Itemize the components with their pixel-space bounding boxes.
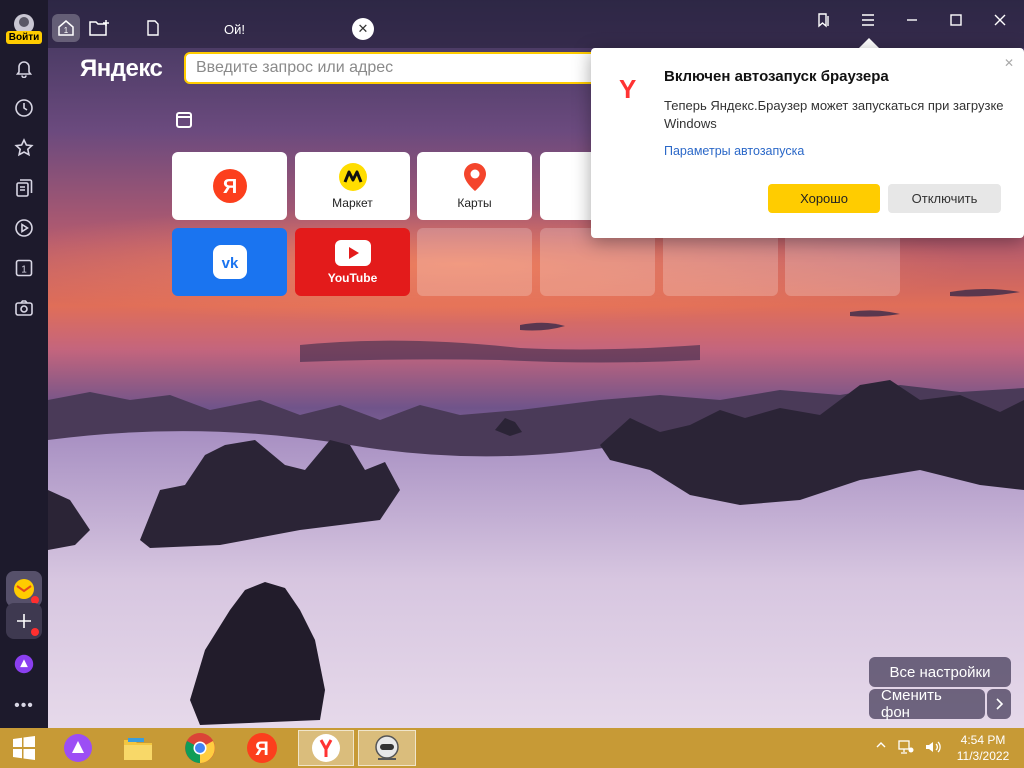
windows-icon xyxy=(13,736,35,760)
menu-icon[interactable] xyxy=(852,8,884,32)
tabs-count-label: 1 xyxy=(21,265,27,276)
svg-text:Я: Я xyxy=(222,176,236,198)
taskbar-explorer[interactable] xyxy=(114,730,162,766)
taskbar-chrome[interactable] xyxy=(176,730,224,766)
yandex-icon: Я xyxy=(247,733,277,763)
tile-maps[interactable]: Карты xyxy=(417,152,532,220)
bell-icon[interactable] xyxy=(8,52,40,84)
alice-icon xyxy=(64,734,92,762)
taskbar-alice[interactable] xyxy=(54,730,102,766)
widgets-icon[interactable] xyxy=(176,112,192,128)
screenshot-icon[interactable] xyxy=(8,292,40,324)
alice-button[interactable] xyxy=(8,648,40,680)
tile-empty[interactable] xyxy=(663,228,778,296)
alice-icon xyxy=(14,654,34,674)
popup-close-icon[interactable]: ✕ xyxy=(1004,56,1014,70)
market-icon xyxy=(338,163,367,191)
tile-market[interactable]: Маркет xyxy=(295,152,410,220)
taskbar: Я 4:54 PM 11/3/2022 xyxy=(0,728,1024,768)
taskbar-app[interactable] xyxy=(358,730,416,766)
new-tab-group-icon[interactable] xyxy=(88,18,110,43)
popup-pointer xyxy=(859,38,879,48)
tab-title[interactable]: Ой! xyxy=(224,22,245,37)
ok-button[interactable]: Хорошо xyxy=(768,184,880,213)
clock-date: 11/3/2022 xyxy=(956,749,1010,763)
taskbar-yandex[interactable]: Я xyxy=(238,730,286,766)
volume-icon[interactable] xyxy=(924,739,942,758)
autostart-popup: Y ✕ Включен автозапуск браузера Теперь Я… xyxy=(591,48,1024,238)
youtube-icon xyxy=(334,240,371,266)
maximize-button[interactable] xyxy=(940,8,972,32)
clock-time: 4:54 PM xyxy=(960,733,1006,747)
chevron-right-icon xyxy=(996,698,1004,710)
yandex-browser-icon xyxy=(312,734,340,762)
tile-empty[interactable] xyxy=(540,228,655,296)
tab-close-button[interactable]: ✕ xyxy=(352,18,374,40)
maps-pin-icon xyxy=(463,163,486,191)
home-icon: 1 xyxy=(58,20,74,36)
all-settings-button[interactable]: Все настройки xyxy=(869,657,1011,687)
svg-text:vk: vk xyxy=(221,255,238,272)
yandex-tile-icon: Я xyxy=(212,169,247,203)
tile-empty[interactable] xyxy=(785,228,900,296)
tile-yandex[interactable]: Я xyxy=(172,152,287,220)
vk-icon: vk xyxy=(212,245,247,279)
history-icon[interactable] xyxy=(8,92,40,124)
sidebar: Войти 1 ••• xyxy=(0,0,48,728)
start-button[interactable] xyxy=(0,730,48,766)
network-icon[interactable] xyxy=(897,739,915,758)
bookmarks-icon[interactable] xyxy=(8,132,40,164)
tile-vk[interactable]: vk xyxy=(172,228,287,296)
svg-text:Я: Я xyxy=(255,739,269,760)
file-explorer-icon xyxy=(124,738,152,760)
collections-icon[interactable] xyxy=(8,172,40,204)
close-window-button[interactable] xyxy=(984,8,1016,32)
app-robot-icon xyxy=(375,735,399,760)
next-background-button[interactable] xyxy=(987,689,1011,719)
popup-title: Включен автозапуск браузера xyxy=(664,68,889,85)
tab-home-button[interactable]: 1 xyxy=(52,14,80,42)
bookmarks-panel-icon[interactable] xyxy=(808,8,840,32)
change-background-button[interactable]: Сменить фон xyxy=(869,687,985,721)
search-box[interactable] xyxy=(184,52,604,84)
add-panel-button[interactable] xyxy=(6,603,42,639)
tabs-count-icon[interactable]: 1 xyxy=(8,252,40,284)
search-input[interactable] xyxy=(186,54,602,82)
yandex-browser-logo-icon: Y xyxy=(619,74,637,104)
tile-label: Карты xyxy=(457,196,492,210)
mail-widget-button[interactable] xyxy=(6,571,42,607)
yandex-logo[interactable]: Яндекс xyxy=(80,55,163,83)
page-icon xyxy=(146,20,160,41)
taskbar-yandex-browser[interactable] xyxy=(298,730,354,766)
tab-count-label: 1 xyxy=(64,26,69,35)
tile-label: YouTube xyxy=(327,271,378,285)
tray-expand-icon[interactable] xyxy=(876,740,886,752)
popup-text: Теперь Яндекс.Браузер может запускаться … xyxy=(664,98,1004,131)
login-button[interactable]: Войти xyxy=(6,31,42,44)
system-clock[interactable]: 4:54 PM 11/3/2022 xyxy=(952,732,1014,764)
disable-button[interactable]: Отключить xyxy=(888,184,1001,213)
tile-label: Маркет xyxy=(332,196,373,210)
autostart-settings-link[interactable]: Параметры автозапуска xyxy=(664,144,804,158)
plus-icon xyxy=(17,614,31,628)
notification-dot xyxy=(31,628,39,636)
tile-empty[interactable] xyxy=(417,228,532,296)
more-icon[interactable]: ••• xyxy=(8,690,40,722)
minimize-button[interactable] xyxy=(896,8,928,32)
tile-youtube[interactable]: YouTube xyxy=(295,228,410,296)
play-icon[interactable] xyxy=(8,212,40,244)
chrome-icon xyxy=(185,733,215,763)
